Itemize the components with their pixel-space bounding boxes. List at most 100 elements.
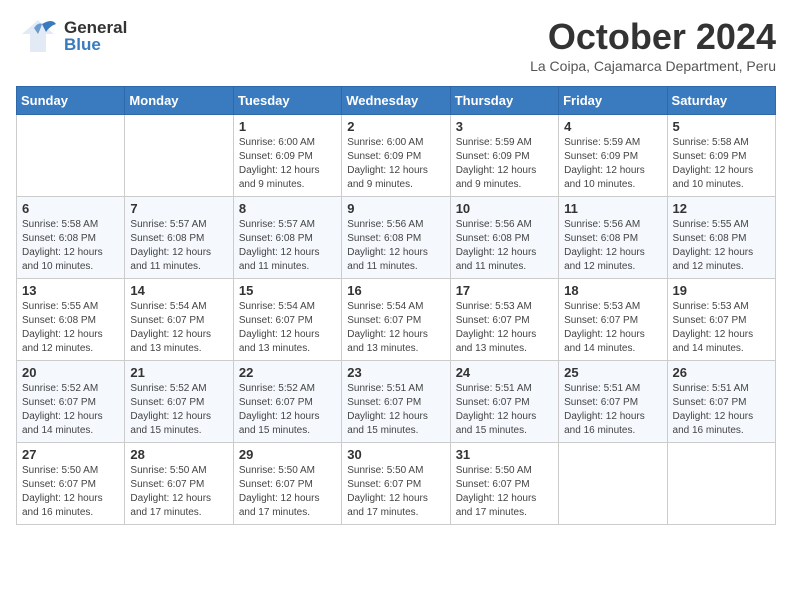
table-row: 26 Sunrise: 5:51 AM Sunset: 6:07 PM Dayli… [667,361,775,443]
table-row: 12 Sunrise: 5:55 AM Sunset: 6:08 PM Dayli… [667,197,775,279]
table-row: 25 Sunrise: 5:51 AM Sunset: 6:07 PM Dayli… [559,361,667,443]
table-row: 20 Sunrise: 5:52 AM Sunset: 6:07 PM Dayli… [17,361,125,443]
table-row: 29Sunrise: 5:50 AM Sunset: 6:07 PM Dayli… [233,443,341,525]
day-number: 7 [130,201,227,216]
day-info: Sunrise: 5:58 AM Sunset: 6:09 PM Dayligh… [673,136,770,192]
day-number: 27 [22,447,119,462]
col-monday: Monday [125,87,233,115]
table-row: 4Sunrise: 5:59 AM Sunset: 6:09 PM Daylig… [559,115,667,197]
day-info: Sunrise: 6:00 AM Sunset: 6:09 PM Dayligh… [347,136,444,192]
day-number: 19 [673,283,770,298]
day-number: 12 [673,201,770,216]
table-row: 11Sunrise: 5:56 AM Sunset: 6:08 PM Dayli… [559,197,667,279]
table-row: 21Sunrise: 5:52 AM Sunset: 6:07 PM Dayli… [125,361,233,443]
day-info: Sunrise: 5:56 AM Sunset: 6:08 PM Dayligh… [456,218,553,274]
day-info: Sunrise: 5:53 AM Sunset: 6:07 PM Dayligh… [456,300,553,356]
logo: General Blue [16,16,127,56]
col-saturday: Saturday [667,87,775,115]
table-row: 5 Sunrise: 5:58 AM Sunset: 6:09 PM Daylig… [667,115,775,197]
day-info: Sunrise: 5:53 AM Sunset: 6:07 PM Dayligh… [564,300,661,356]
day-number: 23 [347,365,444,380]
day-number: 14 [130,283,227,298]
day-info: Sunrise: 5:51 AM Sunset: 6:07 PM Dayligh… [347,382,444,438]
table-row: 13 Sunrise: 5:55 AM Sunset: 6:08 PM Dayli… [17,279,125,361]
calendar-week-row: 13 Sunrise: 5:55 AM Sunset: 6:08 PM Dayli… [17,279,776,361]
table-row: 6 Sunrise: 5:58 AM Sunset: 6:08 PM Daylig… [17,197,125,279]
day-number: 1 [239,119,336,134]
day-info: Sunrise: 5:59 AM Sunset: 6:09 PM Dayligh… [564,136,661,192]
table-row [17,115,125,197]
day-number: 17 [456,283,553,298]
day-number: 3 [456,119,553,134]
day-number: 25 [564,365,661,380]
logo-bird-icon [16,16,60,56]
col-thursday: Thursday [450,87,558,115]
day-number: 20 [22,365,119,380]
day-number: 18 [564,283,661,298]
calendar-week-row: 1 Sunrise: 6:00 AM Sunset: 6:09 PM Daylig… [17,115,776,197]
table-row: 28 Sunrise: 5:50 AM Sunset: 6:07 PM Dayli… [125,443,233,525]
location-subtitle: La Coipa, Cajamarca Department, Peru [530,58,776,74]
table-row [667,443,775,525]
day-number: 24 [456,365,553,380]
table-row: 7Sunrise: 5:57 AM Sunset: 6:08 PM Daylig… [125,197,233,279]
day-info: Sunrise: 5:51 AM Sunset: 6:07 PM Dayligh… [673,382,770,438]
day-info: Sunrise: 5:51 AM Sunset: 6:07 PM Dayligh… [456,382,553,438]
day-number: 22 [239,365,336,380]
table-row: 23 Sunrise: 5:51 AM Sunset: 6:07 PM Dayli… [342,361,450,443]
day-number: 30 [347,447,444,462]
day-info: Sunrise: 5:58 AM Sunset: 6:08 PM Dayligh… [22,218,119,274]
day-info: Sunrise: 5:50 AM Sunset: 6:07 PM Dayligh… [347,464,444,520]
table-row: 2 Sunrise: 6:00 AM Sunset: 6:09 PM Daylig… [342,115,450,197]
table-row: 30 Sunrise: 5:50 AM Sunset: 6:07 PM Dayli… [342,443,450,525]
logo-blue-text: Blue [64,36,127,53]
table-row: 9 Sunrise: 5:56 AM Sunset: 6:08 PM Daylig… [342,197,450,279]
table-row [559,443,667,525]
table-row: 1 Sunrise: 6:00 AM Sunset: 6:09 PM Daylig… [233,115,341,197]
day-info: Sunrise: 5:56 AM Sunset: 6:08 PM Dayligh… [347,218,444,274]
day-info: Sunrise: 5:50 AM Sunset: 6:07 PM Dayligh… [130,464,227,520]
day-number: 13 [22,283,119,298]
day-info: Sunrise: 5:52 AM Sunset: 6:07 PM Dayligh… [22,382,119,438]
day-number: 15 [239,283,336,298]
day-info: Sunrise: 5:50 AM Sunset: 6:07 PM Dayligh… [456,464,553,520]
day-number: 31 [456,447,553,462]
table-row: 15 Sunrise: 5:54 AM Sunset: 6:07 PM Dayli… [233,279,341,361]
day-info: Sunrise: 5:55 AM Sunset: 6:08 PM Dayligh… [22,300,119,356]
day-number: 2 [347,119,444,134]
page-container: General Blue October 2024 La Coipa, Caja… [0,0,792,533]
day-info: Sunrise: 5:50 AM Sunset: 6:07 PM Dayligh… [239,464,336,520]
day-number: 16 [347,283,444,298]
logo-general-text: General [64,19,127,36]
day-info: Sunrise: 5:54 AM Sunset: 6:07 PM Dayligh… [347,300,444,356]
day-info: Sunrise: 6:00 AM Sunset: 6:09 PM Dayligh… [239,136,336,192]
day-number: 5 [673,119,770,134]
day-info: Sunrise: 5:54 AM Sunset: 6:07 PM Dayligh… [239,300,336,356]
table-row: 22 Sunrise: 5:52 AM Sunset: 6:07 PM Dayli… [233,361,341,443]
day-info: Sunrise: 5:59 AM Sunset: 6:09 PM Dayligh… [456,136,553,192]
header: General Blue October 2024 La Coipa, Caja… [16,16,776,74]
day-number: 9 [347,201,444,216]
day-number: 6 [22,201,119,216]
table-row: 14Sunrise: 5:54 AM Sunset: 6:07 PM Dayli… [125,279,233,361]
day-info: Sunrise: 5:52 AM Sunset: 6:07 PM Dayligh… [239,382,336,438]
day-number: 26 [673,365,770,380]
table-row: 16 Sunrise: 5:54 AM Sunset: 6:07 PM Dayli… [342,279,450,361]
col-wednesday: Wednesday [342,87,450,115]
day-info: Sunrise: 5:55 AM Sunset: 6:08 PM Dayligh… [673,218,770,274]
day-number: 21 [130,365,227,380]
table-row: 19Sunrise: 5:53 AM Sunset: 6:07 PM Dayli… [667,279,775,361]
table-row: 17 Sunrise: 5:53 AM Sunset: 6:07 PM Dayli… [450,279,558,361]
day-number: 8 [239,201,336,216]
calendar-week-row: 27 Sunrise: 5:50 AM Sunset: 6:07 PM Dayli… [17,443,776,525]
table-row [125,115,233,197]
day-number: 28 [130,447,227,462]
table-row: 27 Sunrise: 5:50 AM Sunset: 6:07 PM Dayli… [17,443,125,525]
day-info: Sunrise: 5:51 AM Sunset: 6:07 PM Dayligh… [564,382,661,438]
calendar-week-row: 20 Sunrise: 5:52 AM Sunset: 6:07 PM Dayli… [17,361,776,443]
day-number: 11 [564,201,661,216]
table-row: 10Sunrise: 5:56 AM Sunset: 6:08 PM Dayli… [450,197,558,279]
day-info: Sunrise: 5:50 AM Sunset: 6:07 PM Dayligh… [22,464,119,520]
calendar-table: Sunday Monday Tuesday Wednesday Thursday… [16,86,776,525]
col-sunday: Sunday [17,87,125,115]
